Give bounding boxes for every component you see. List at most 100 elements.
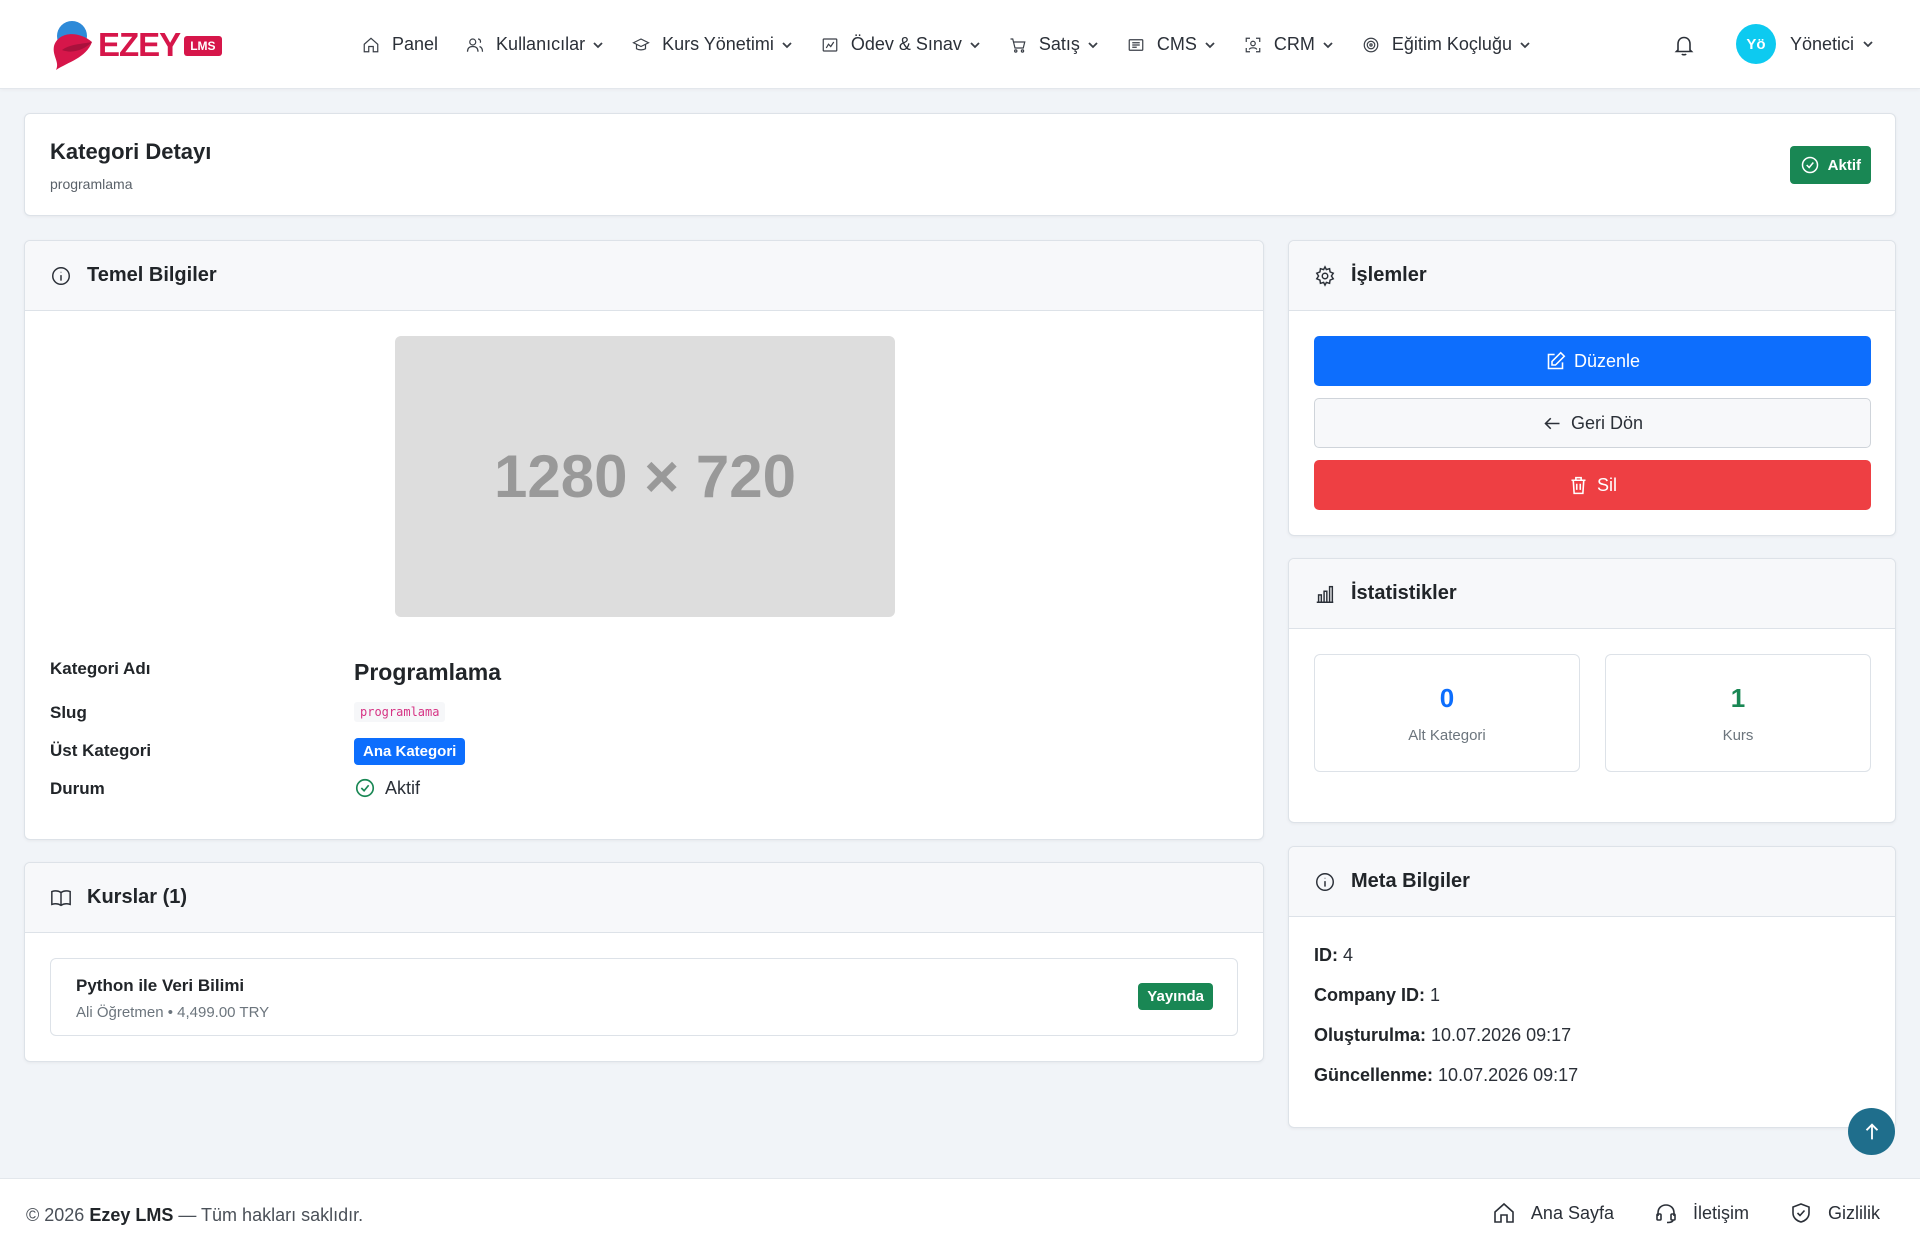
meta-row-id: ID: 4 [1314,945,1353,966]
trash-icon [1571,476,1586,494]
stat-subcategories: 0 Alt Kategori [1314,654,1580,772]
stat-value: 1 [1730,683,1746,713]
card-title: İşlemler [1351,264,1427,286]
delete-button[interactable]: Sil [1314,460,1871,510]
copyright-year: © 2026 [26,1205,85,1225]
status-badge-label: Aktif [1827,156,1861,174]
footer-link-label: Ana Sayfa [1530,1202,1614,1223]
meta-value: 1 [1430,985,1441,1005]
parent-badge: Ana Kategori [354,738,466,765]
scroll-to-top-button[interactable] [1848,1108,1895,1155]
nav-label: CRM [1273,34,1315,54]
nav-item-satis[interactable]: Satış [995,25,1113,65]
book-open-icon [51,889,71,906]
users-icon [466,37,484,52]
nav-item-kullanicilar[interactable]: Kullanıcılar [452,25,618,65]
cart-icon [1010,37,1026,53]
meta-card: Meta Bilgiler ID: 4 Company ID: 1 Oluştu… [1288,846,1896,1128]
card-header: Temel Bilgiler [25,241,1263,311]
chevron-down-icon [593,41,603,48]
footer-copyright: © 2026 Ezey LMS — Tüm hakları saklıdır. [26,1205,363,1226]
category-name: Programlama [354,659,502,685]
meta-row-created: Oluşturulma: 10.07.2026 09:17 [1314,1025,1571,1046]
card-header: İstatistikler [1289,559,1895,629]
arrow-up-icon [1865,1122,1878,1139]
info-icon [1316,872,1334,891]
slug-wrap: programlama [354,702,446,722]
label-slug: Slug [50,703,87,722]
check-circle-icon [355,778,375,798]
parent-wrap: Ana Kategori [354,738,466,765]
nav-item-odev-sinav[interactable]: Ödev & Sınav [807,25,995,65]
meta-row-updated: Güncellenme: 10.07.2026 09:17 [1314,1065,1578,1086]
page-subtitle: programlama [50,176,133,192]
card-title: Temel Bilgiler [87,264,217,286]
footer-link-contact[interactable]: İletişim [1654,1201,1749,1225]
label-status: Durum [50,779,105,798]
status-badge: Aktif [1789,146,1871,184]
footer-link-privacy[interactable]: Gizlilik [1789,1201,1880,1225]
edit-icon [1547,351,1566,369]
home-icon [363,36,379,52]
course-status-badge: Yayında [1138,983,1213,1010]
list-item[interactable]: Python ile Veri Bilimi Ali Öğretmen • 4,… [50,958,1238,1036]
nav-label: Ödev & Sınav [850,34,962,54]
bell-icon[interactable] [1672,33,1696,57]
meta-value: 10.07.2026 09:17 [1431,1025,1572,1045]
nav-label: Panel [392,34,439,54]
actions-card: İşlemler Düzenle Geri Dön Sil [1288,240,1896,536]
footer: © 2026 Ezey LMS — Tüm hakları saklıdır. … [0,1178,1920,1252]
nav-item-egitim-koclugu[interactable]: Eğitim Koçluğu [1348,25,1545,65]
nav-item-crm[interactable]: CRM [1230,25,1348,65]
chevron-down-icon [970,41,980,48]
page-header-card: Kategori Detayı programlama Aktif [24,113,1896,216]
course-title[interactable]: Python ile Veri Bilimi [76,976,244,996]
nav-item-panel[interactable]: Panel [348,25,452,65]
stat-label: Alt Kategori [1408,727,1486,744]
meta-row-company-id: Company ID: 1 [1314,985,1440,1006]
card-header: Kurslar (1) [25,863,1263,933]
meta-value: 4 [1343,945,1354,965]
edit-button[interactable]: Düzenle [1314,336,1871,386]
course-meta: Ali Öğretmen • 4,499.00 TRY [76,1004,270,1021]
user-name: Yönetici [1790,33,1855,54]
edit-button-label: Düzenle [1573,350,1641,371]
brand-logo[interactable]: EZEY LMS [48,18,222,72]
target-icon [1363,37,1379,52]
back-button[interactable]: Geri Dön [1314,398,1871,448]
status-text: Aktif [385,777,421,798]
bar-chart-icon [1316,585,1334,603]
nav-label: Kullanıcılar [496,34,586,54]
gear-icon [1315,264,1335,287]
nav-item-cms[interactable]: CMS [1113,25,1230,65]
courses-card: Kurslar (1) Python ile Veri Bilimi Ali Ö… [24,862,1264,1062]
card-header: Meta Bilgiler [1289,847,1895,917]
shield-check-icon [1792,1203,1810,1223]
chevron-down-icon [1088,41,1098,48]
footer-rights: — Tüm hakları saklıdır. [178,1205,364,1225]
user-menu[interactable]: Yö Yönetici [1736,24,1874,64]
chevron-down-icon [1863,41,1873,48]
nav-label: Kurs Yönetimi [662,34,774,54]
card-title: Kurslar (1) [87,886,188,908]
logo-mark-icon [53,21,92,70]
nav-label: Satış [1038,34,1080,54]
card-title: Meta Bilgiler [1351,870,1470,892]
main-nav: Panel Kullanıcılar Kurs Yönetimi Ödev & … [348,0,1545,89]
footer-link-home[interactable]: Ana Sayfa [1492,1201,1614,1225]
back-button-label: Geri Dön [1570,412,1644,433]
chevron-down-icon [782,41,792,48]
nav-item-kurs-yonetimi[interactable]: Kurs Yönetimi [618,25,807,65]
avatar: Yö [1736,24,1776,64]
slug-value: programlama [354,702,446,722]
page-title: Kategori Detayı [50,139,212,164]
meta-label: Oluşturulma: [1314,1025,1427,1045]
footer-link-label: Gizlilik [1828,1202,1880,1223]
card-title: İstatistikler [1351,582,1457,604]
top-navbar: EZEY LMS Panel Kullanıcılar Kurs Yönetim… [0,0,1920,89]
meta-value: 10.07.2026 09:17 [1438,1065,1579,1085]
nav-label: Eğitim Koçluğu [1391,34,1512,54]
stat-courses: 1 Kurs [1605,654,1871,772]
chevron-down-icon [1520,41,1530,48]
meta-label: Güncellenme: [1314,1065,1434,1085]
